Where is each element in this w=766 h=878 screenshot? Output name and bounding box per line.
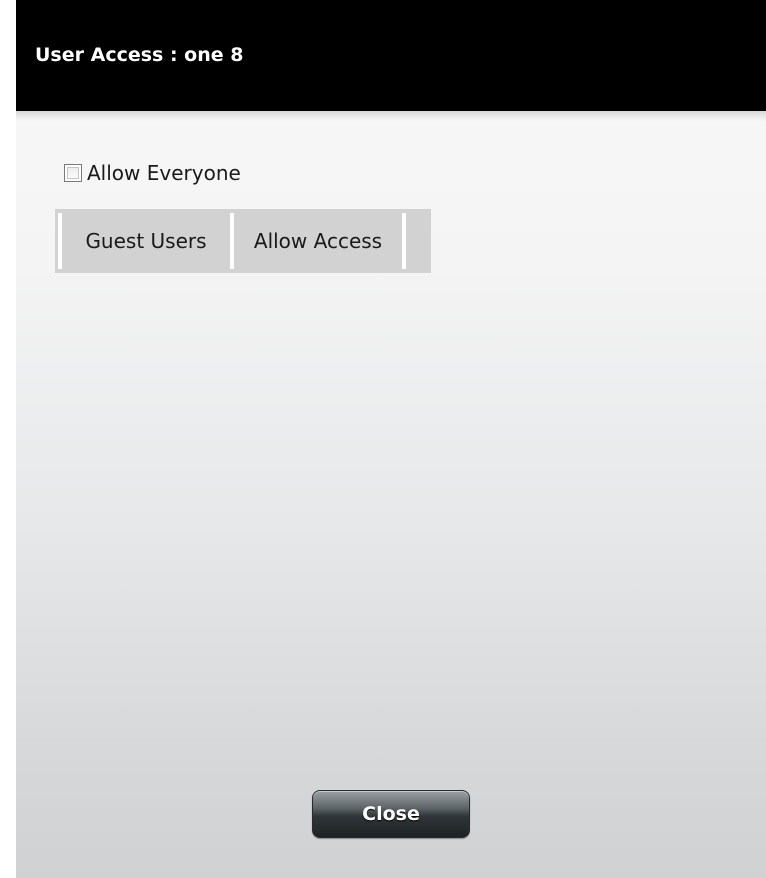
allow-everyone-checkbox[interactable] [64,164,82,182]
page-frame: User Access : one 8 Allow Everyone Guest… [0,0,766,878]
column-header-allow-access[interactable]: Allow Access [234,209,402,273]
user-access-dialog: User Access : one 8 Allow Everyone Guest… [16,0,766,878]
column-header-guest-users[interactable]: Guest Users [62,209,230,273]
close-button[interactable]: Close [312,790,470,838]
dialog-title: User Access : one 8 [35,44,244,66]
access-table-header: Guest Users Allow Access [55,209,431,273]
dialog-title-bar: User Access : one 8 [16,0,766,111]
column-separator [402,213,406,269]
allow-everyone-label: Allow Everyone [87,161,241,185]
title-bar-shadow [16,111,766,121]
allow-everyone-row[interactable]: Allow Everyone [64,160,241,186]
